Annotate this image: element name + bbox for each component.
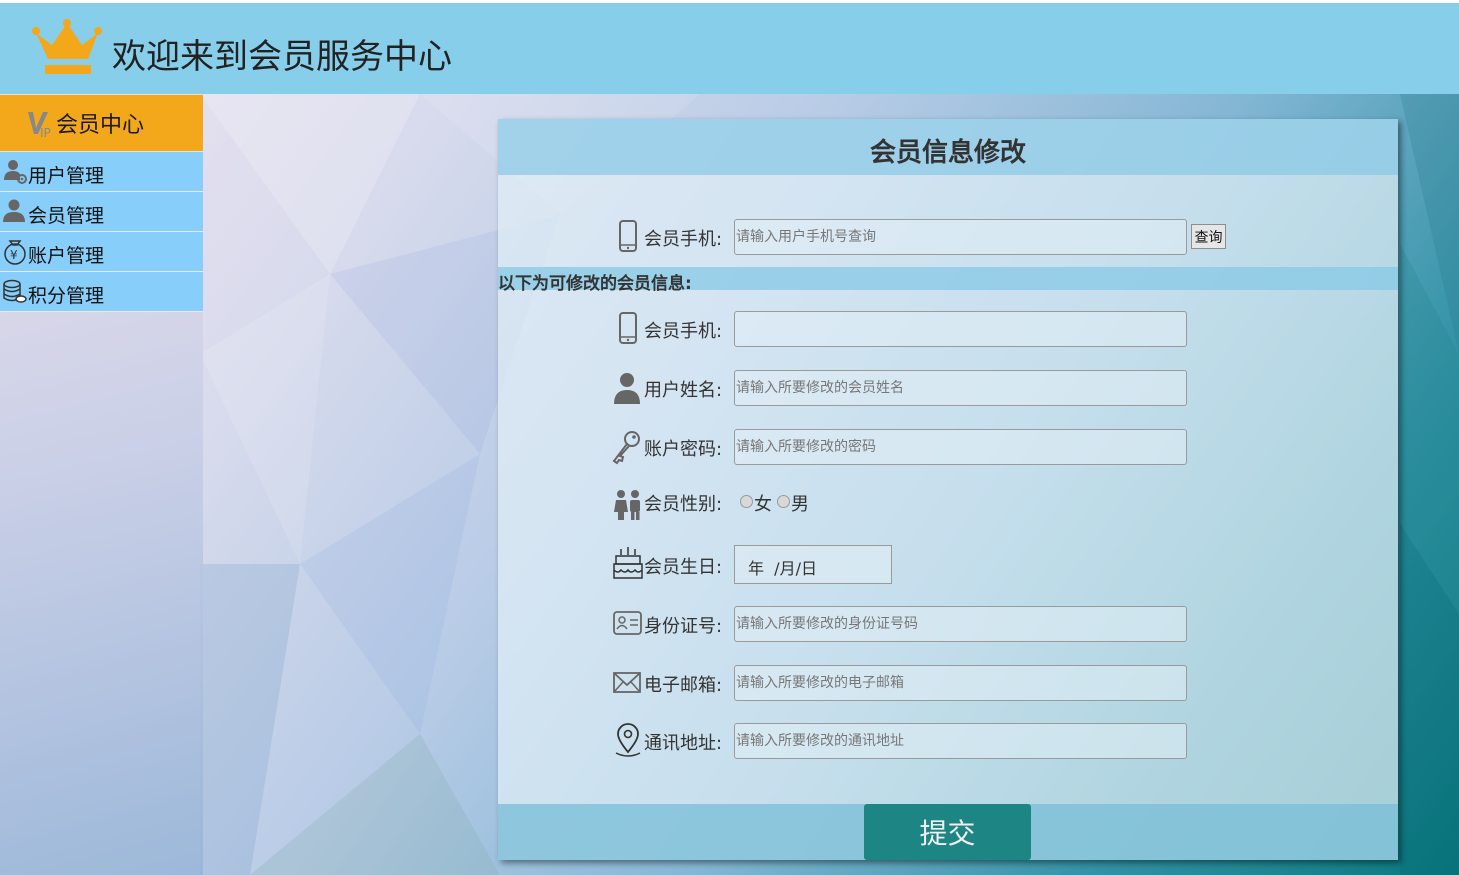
coin-stack-icon <box>3 279 27 303</box>
submit-button[interactable]: 提交 <box>864 804 1031 860</box>
gender-radio-male[interactable] <box>777 495 790 508</box>
section-label: 以下为可修改的会员信息: <box>498 274 692 294</box>
sidebar-header: IP 会员中心 <box>0 95 203 152</box>
query-phone-row: 会员手机: <box>498 217 1398 257</box>
page-title: 欢迎来到会员服务中心 <box>112 37 452 77</box>
password-input[interactable] <box>734 429 1187 465</box>
email-label: 电子邮箱: <box>644 675 723 696</box>
sidebar-item-label: 会员管理 <box>28 205 105 227</box>
envelope-icon <box>613 672 641 693</box>
money-bag-icon: ¥ <box>4 239 26 265</box>
phone-input[interactable] <box>734 311 1187 347</box>
id-card-label: 身份证号: <box>644 616 723 637</box>
password-row: 账户密码: <box>498 427 1398 467</box>
location-pin-icon <box>615 723 641 757</box>
name-label: 用户姓名: <box>644 380 723 401</box>
name-input[interactable] <box>734 370 1187 406</box>
sidebar-item-account-management[interactable]: ¥ 账户管理 <box>0 232 203 272</box>
name-row: 用户姓名: <box>498 368 1398 408</box>
password-label: 账户密码: <box>644 439 723 460</box>
vip-icon: IP <box>28 112 51 138</box>
sidebar: IP 会员中心 用户管理 会员管理 ¥ 账户管理 积分管理 <box>0 95 203 312</box>
member-edit-form: 会员信息修改 会员手机: 查询 以下为可修改的会员信息: 会员手机: 用户姓名: <box>498 119 1398 860</box>
sidebar-title: 会员中心 <box>56 113 145 138</box>
address-row: 通讯地址: <box>498 721 1398 761</box>
sidebar-item-label: 积分管理 <box>28 285 105 307</box>
sidebar-item-user-management[interactable]: 用户管理 <box>0 152 203 192</box>
user-icon <box>614 373 640 404</box>
user-gear-icon <box>4 159 27 184</box>
sidebar-item-points-management[interactable]: 积分管理 <box>0 272 203 312</box>
birthday-row: 会员生日: 年 /月/日 <box>498 545 1398 585</box>
cake-icon <box>613 547 643 579</box>
address-input[interactable] <box>734 723 1187 759</box>
sidebar-item-member-management[interactable]: 会员管理 <box>0 192 203 232</box>
birthday-date-input[interactable]: 年 /月/日 <box>734 545 892 584</box>
query-button[interactable]: 查询 <box>1191 224 1226 249</box>
svg-text:IP: IP <box>40 126 51 138</box>
sidebar-item-label: 用户管理 <box>28 165 105 187</box>
id-card-input[interactable] <box>734 606 1187 642</box>
gender-option-female: 女 <box>754 494 772 515</box>
gender-option-male: 男 <box>791 494 809 515</box>
gender-radio-female[interactable] <box>740 495 753 508</box>
id-card-icon <box>613 611 642 635</box>
form-title: 会员信息修改 <box>869 138 1026 168</box>
gender-label: 会员性别: <box>644 494 723 515</box>
crown-icon <box>32 19 102 74</box>
phone-label: 会员手机: <box>644 321 723 342</box>
address-label: 通讯地址: <box>644 733 723 754</box>
couple-icon <box>614 490 640 520</box>
sidebar-item-label: 账户管理 <box>28 245 105 267</box>
svg-text:¥: ¥ <box>10 248 18 262</box>
email-input[interactable] <box>734 665 1187 701</box>
query-phone-label: 会员手机: <box>644 229 723 250</box>
query-phone-input[interactable] <box>734 219 1187 255</box>
gender-row: 会员性别: 女 男 <box>498 482 1398 522</box>
birthday-label: 会员生日: <box>644 557 723 578</box>
phone-row: 会员手机: <box>498 309 1398 349</box>
header-bar: 欢迎来到会员服务中心 <box>0 3 1459 94</box>
email-row: 电子邮箱: <box>498 663 1398 703</box>
id-card-row: 身份证号: <box>498 604 1398 644</box>
key-icon <box>612 431 640 465</box>
user-icon <box>3 199 25 222</box>
